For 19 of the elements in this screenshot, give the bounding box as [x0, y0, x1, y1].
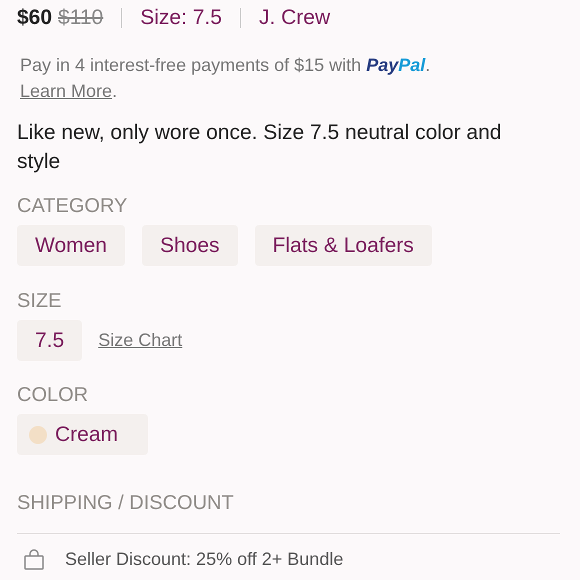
description: Like new, only wore once. Size 7.5 neutral color and style	[17, 120, 502, 175]
price: $60	[17, 5, 52, 32]
color-label: Cream	[55, 422, 118, 448]
category-tag[interactable]: Women	[17, 225, 125, 266]
brand-link[interactable]: J. Crew	[258, 2, 330, 34]
size-label: Size: 7.5	[140, 5, 222, 32]
category-heading: CATEGORY	[17, 196, 128, 216]
category-tag[interactable]: Shoes	[142, 225, 238, 266]
discount-text[interactable]: Seller Discount: 25% off 2+ Bundle	[65, 546, 344, 573]
learn-more-link[interactable]: Learn More	[20, 81, 112, 101]
size-heading: SIZE	[17, 291, 62, 311]
size-tag[interactable]: 7.5	[17, 320, 82, 361]
category-tag[interactable]: Flats & Loafers	[254, 225, 432, 266]
original-price: $110	[58, 5, 104, 32]
size-chart-link[interactable]: Size Chart	[98, 327, 182, 354]
payment-info: Pay in 4 interest-free payments of $15 with PayPal. Learn More.	[19, 54, 432, 103]
color-heading: COLOR	[17, 385, 88, 405]
shopping-bag-icon	[23, 548, 45, 570]
shipping-heading: SHIPPING / DISCOUNT	[17, 493, 234, 513]
